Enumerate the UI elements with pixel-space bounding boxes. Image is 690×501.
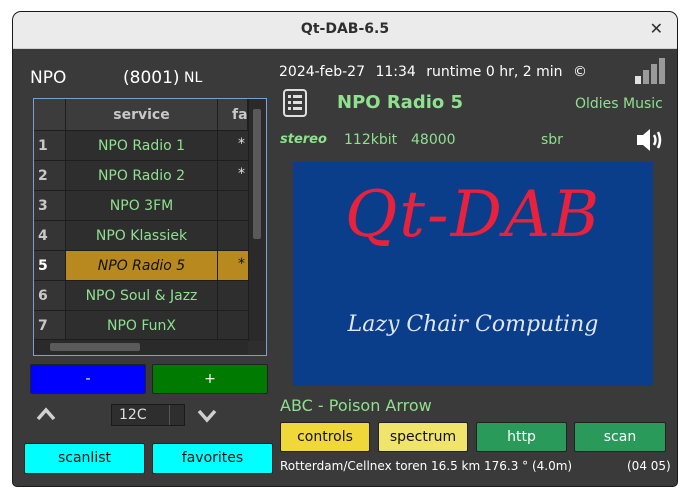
volume-icon[interactable] [635,126,667,154]
row-number: 6 [34,281,66,311]
row-number: 5 [34,251,66,281]
table-header-fav[interactable]: fav [218,99,248,131]
row-number: 7 [34,311,66,341]
spectrum-button[interactable]: spectrum [378,422,468,452]
audio-mode: stereo [280,132,327,147]
close-icon[interactable]: ✕ [650,19,663,38]
row-fav[interactable]: * [218,251,248,281]
table-row[interactable]: 5 NPO Radio 5 * [34,251,248,281]
table-header-service[interactable]: service [66,99,218,131]
title-bar: Qt-DAB-6.5 ✕ [13,12,677,49]
row-fav[interactable] [218,281,248,311]
dynamic-label: ABC - Poison Arrow [280,396,432,415]
http-button[interactable]: http [476,422,567,452]
table-row[interactable]: 2 NPO Radio 2 * [34,161,248,191]
ensemble-name: NPO [30,68,67,88]
scan-button[interactable]: scan [574,422,666,452]
row-service[interactable]: NPO Soul & Jazz [66,281,218,311]
current-service-name: NPO Radio 5 [337,92,464,113]
channel-value: 12C [119,407,147,423]
copyright-symbol[interactable]: © [573,64,587,80]
down-arrow-icon[interactable] [196,406,218,426]
row-service[interactable]: NPO Radio 5 [66,251,218,281]
status-runtime: runtime 0 hr, 2 min [426,64,563,80]
window-title: Qt-DAB-6.5 [300,21,390,37]
bitrate: 112kbit [344,132,398,148]
vertical-scrollbar[interactable] [248,99,265,341]
app-window: Qt-DAB-6.5 ✕ NPO (8001) NL service fav 1… [13,12,677,486]
service-details-icon[interactable] [283,89,307,117]
table-header-corner [34,99,66,131]
select-divider [169,405,170,425]
ensemble-id: (8001) [123,68,180,88]
slideshow-image: Qt-DAB Lazy Chair Computing [293,162,653,386]
minus-button[interactable]: - [30,364,146,394]
table-row[interactable]: 4 NPO Klassiek [34,221,248,251]
plus-button[interactable]: + [152,364,268,394]
transmitter-code: (04 05) [627,459,671,473]
slide-subtitle: Lazy Chair Computing [347,312,599,337]
scroll-thumb[interactable] [253,109,261,239]
row-fav[interactable] [218,311,248,341]
row-service[interactable]: NPO Radio 2 [66,161,218,191]
table-row[interactable]: 6 NPO Soul & Jazz [34,281,248,311]
service-table: service fav 1NPO Radio 1*2NPO Radio 2*3N… [33,98,267,356]
table-row[interactable]: 3 NPO 3FM [34,191,248,221]
ensemble-country: NL [184,70,203,86]
status-date: 2024-feb-27 [279,64,365,80]
row-service[interactable]: NPO 3FM [66,191,218,221]
row-service[interactable]: NPO Radio 1 [66,131,218,161]
hscroll-thumb[interactable] [50,343,140,351]
favorites-button[interactable]: favorites [152,443,273,474]
row-service[interactable]: NPO Klassiek [66,221,218,251]
samplerate: 48000 [411,132,456,148]
scanlist-button[interactable]: scanlist [24,443,145,474]
table-row[interactable]: 1 NPO Radio 1 * [34,131,248,161]
row-number: 4 [34,221,66,251]
status-time: 11:34 [375,64,416,80]
row-fav[interactable]: * [218,131,248,161]
signal-strength-icon [634,58,666,84]
row-service[interactable]: NPO FunX [66,311,218,341]
controls-button[interactable]: controls [280,422,370,452]
up-arrow-icon[interactable] [35,404,57,424]
transmitter-info: Rotterdam/Cellnex toren 16.5 km 176.3 ° … [280,459,573,473]
row-number: 1 [34,131,66,161]
horizontal-scrollbar[interactable] [34,339,248,354]
row-number: 2 [34,161,66,191]
row-fav[interactable] [218,221,248,251]
sbr-indicator: sbr [541,132,563,148]
row-number: 3 [34,191,66,221]
slide-title: Qt-DAB [344,178,602,252]
table-row[interactable]: 7 NPO FunX [34,311,248,341]
channel-select[interactable]: 12C [111,404,185,426]
status-line: 2024-feb-27 11:34 runtime 0 hr, 2 min © [279,64,587,80]
program-type: Oldies Music [575,96,663,112]
row-fav[interactable]: * [218,161,248,191]
row-fav[interactable] [218,191,248,221]
